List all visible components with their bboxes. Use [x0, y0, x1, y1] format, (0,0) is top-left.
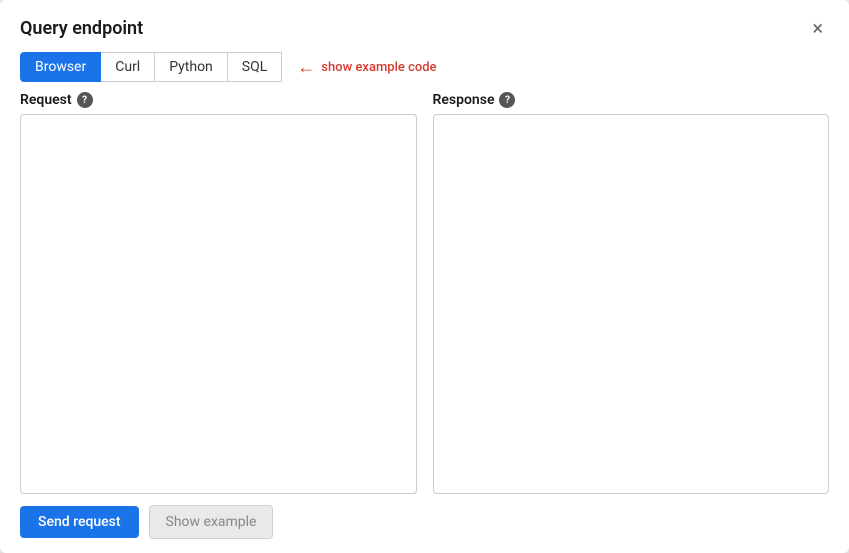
response-help-icon[interactable]: ? — [499, 92, 515, 108]
response-panel: Response ? — [433, 92, 830, 491]
request-textarea[interactable] — [20, 114, 417, 494]
show-example-code-label: show example code — [321, 60, 436, 75]
show-example-code-annotation: ← show example code — [297, 57, 436, 78]
show-example-button[interactable]: Show example — [149, 505, 274, 539]
request-help-icon[interactable]: ? — [77, 92, 93, 108]
response-panel-label: Response ? — [433, 92, 830, 108]
modal-header: Query endpoint × — [0, 0, 849, 52]
send-request-button[interactable]: Send request — [20, 506, 139, 538]
modal-title: Query endpoint — [20, 18, 143, 39]
tab-python[interactable]: Python — [154, 52, 228, 82]
tab-curl[interactable]: Curl — [100, 52, 155, 82]
query-endpoint-modal: Query endpoint × Browser Curl Python SQL… — [0, 0, 849, 553]
modal-footer: Send request Show example — [0, 491, 849, 553]
tabs-row: Browser Curl Python SQL ← show example c… — [0, 52, 849, 92]
panels-row: Request ? Response ? — [0, 92, 849, 491]
response-textarea[interactable] — [433, 114, 830, 494]
response-label-text: Response — [433, 92, 495, 108]
tab-browser[interactable]: Browser — [20, 52, 101, 82]
tab-sql[interactable]: SQL — [227, 52, 282, 82]
request-panel-label: Request ? — [20, 92, 417, 108]
arrow-left-icon: ← — [297, 57, 315, 78]
request-label-text: Request — [20, 92, 72, 108]
close-button[interactable]: × — [806, 16, 829, 40]
request-panel: Request ? — [20, 92, 417, 491]
modal-overlay: Query endpoint × Browser Curl Python SQL… — [0, 0, 849, 553]
